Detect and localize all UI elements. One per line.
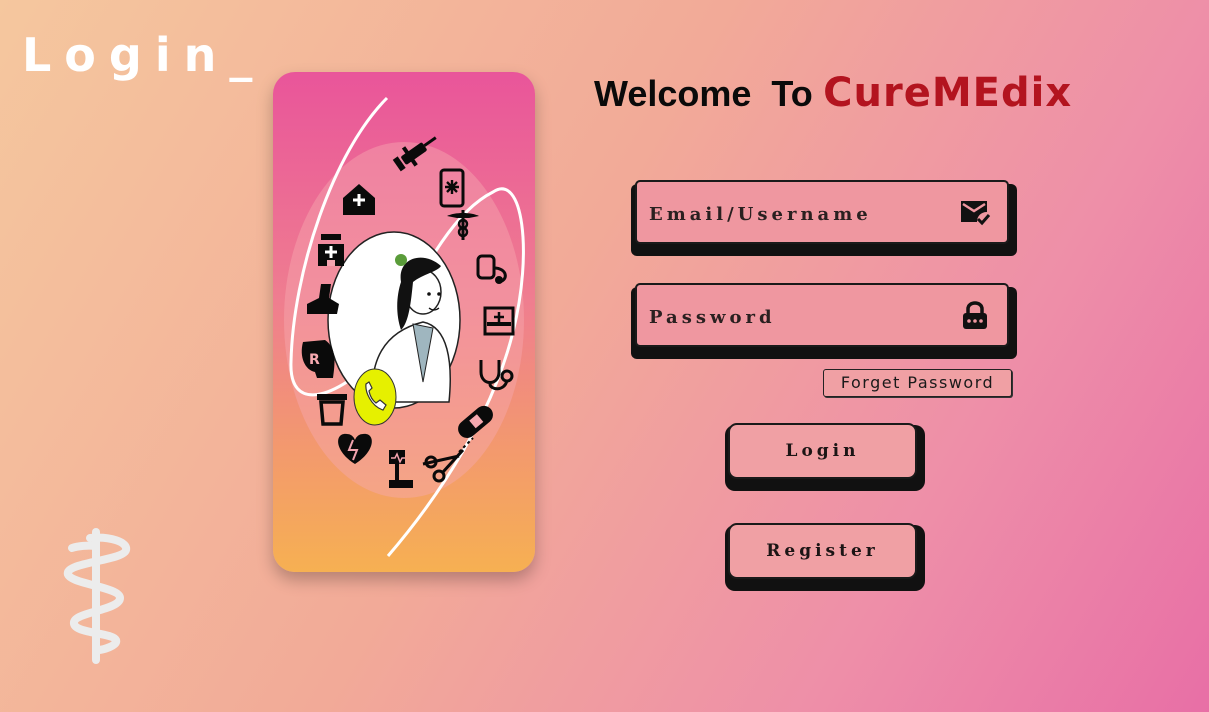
caduceus-icon [64,528,130,664]
password-placeholder: Password [649,307,776,328]
email-field[interactable]: Email/Username [631,180,1017,256]
login-button[interactable]: Login [725,423,925,491]
forgot-password-link[interactable]: Forget Password [823,369,1012,397]
lock-icon [963,301,987,329]
password-input[interactable]: Password [635,283,1009,347]
login-button-label[interactable]: Login [728,423,917,479]
register-button-label[interactable]: Register [728,523,917,579]
register-button[interactable]: Register [725,523,925,591]
page-title: Login_ [22,28,266,82]
email-input[interactable]: Email/Username [635,180,1009,244]
welcome-prefix: Welcome To [594,73,813,114]
hospital-building-icon [318,234,344,266]
password-field[interactable]: Password [631,283,1017,359]
phone-call-icon [353,368,397,426]
email-placeholder: Email/Username [649,204,872,225]
illustration-card: R [273,72,535,572]
welcome-heading: Welcome To CureMEdix [594,70,1072,116]
medical-illustration: R [284,96,525,557]
brand-name: CureMEdix [823,70,1073,116]
mail-check-icon [961,201,991,226]
svg-text:R: R [309,352,320,368]
